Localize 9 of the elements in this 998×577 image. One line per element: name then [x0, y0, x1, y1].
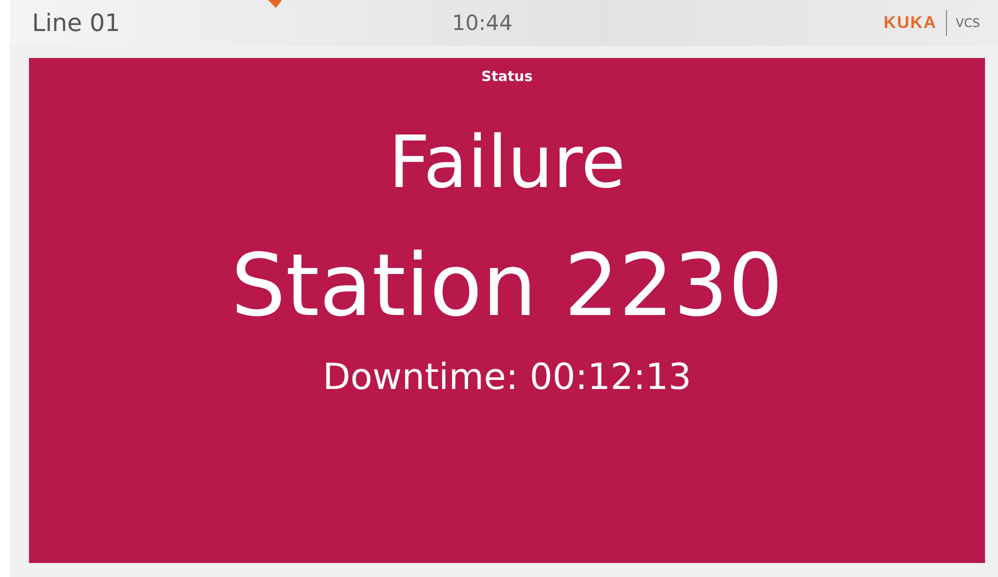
- status-title: Failure: [388, 119, 626, 206]
- brand-logo: KUKA: [884, 13, 937, 33]
- status-label: Status: [481, 69, 533, 85]
- downtime-text: Downtime: 00:12:13: [322, 356, 692, 398]
- clock-time: 10:44: [452, 11, 514, 35]
- product-name: VCS: [956, 16, 980, 30]
- line-name: Line 01: [32, 9, 122, 37]
- pointer-icon: [268, 0, 282, 8]
- station-name: Station 2230: [231, 235, 783, 338]
